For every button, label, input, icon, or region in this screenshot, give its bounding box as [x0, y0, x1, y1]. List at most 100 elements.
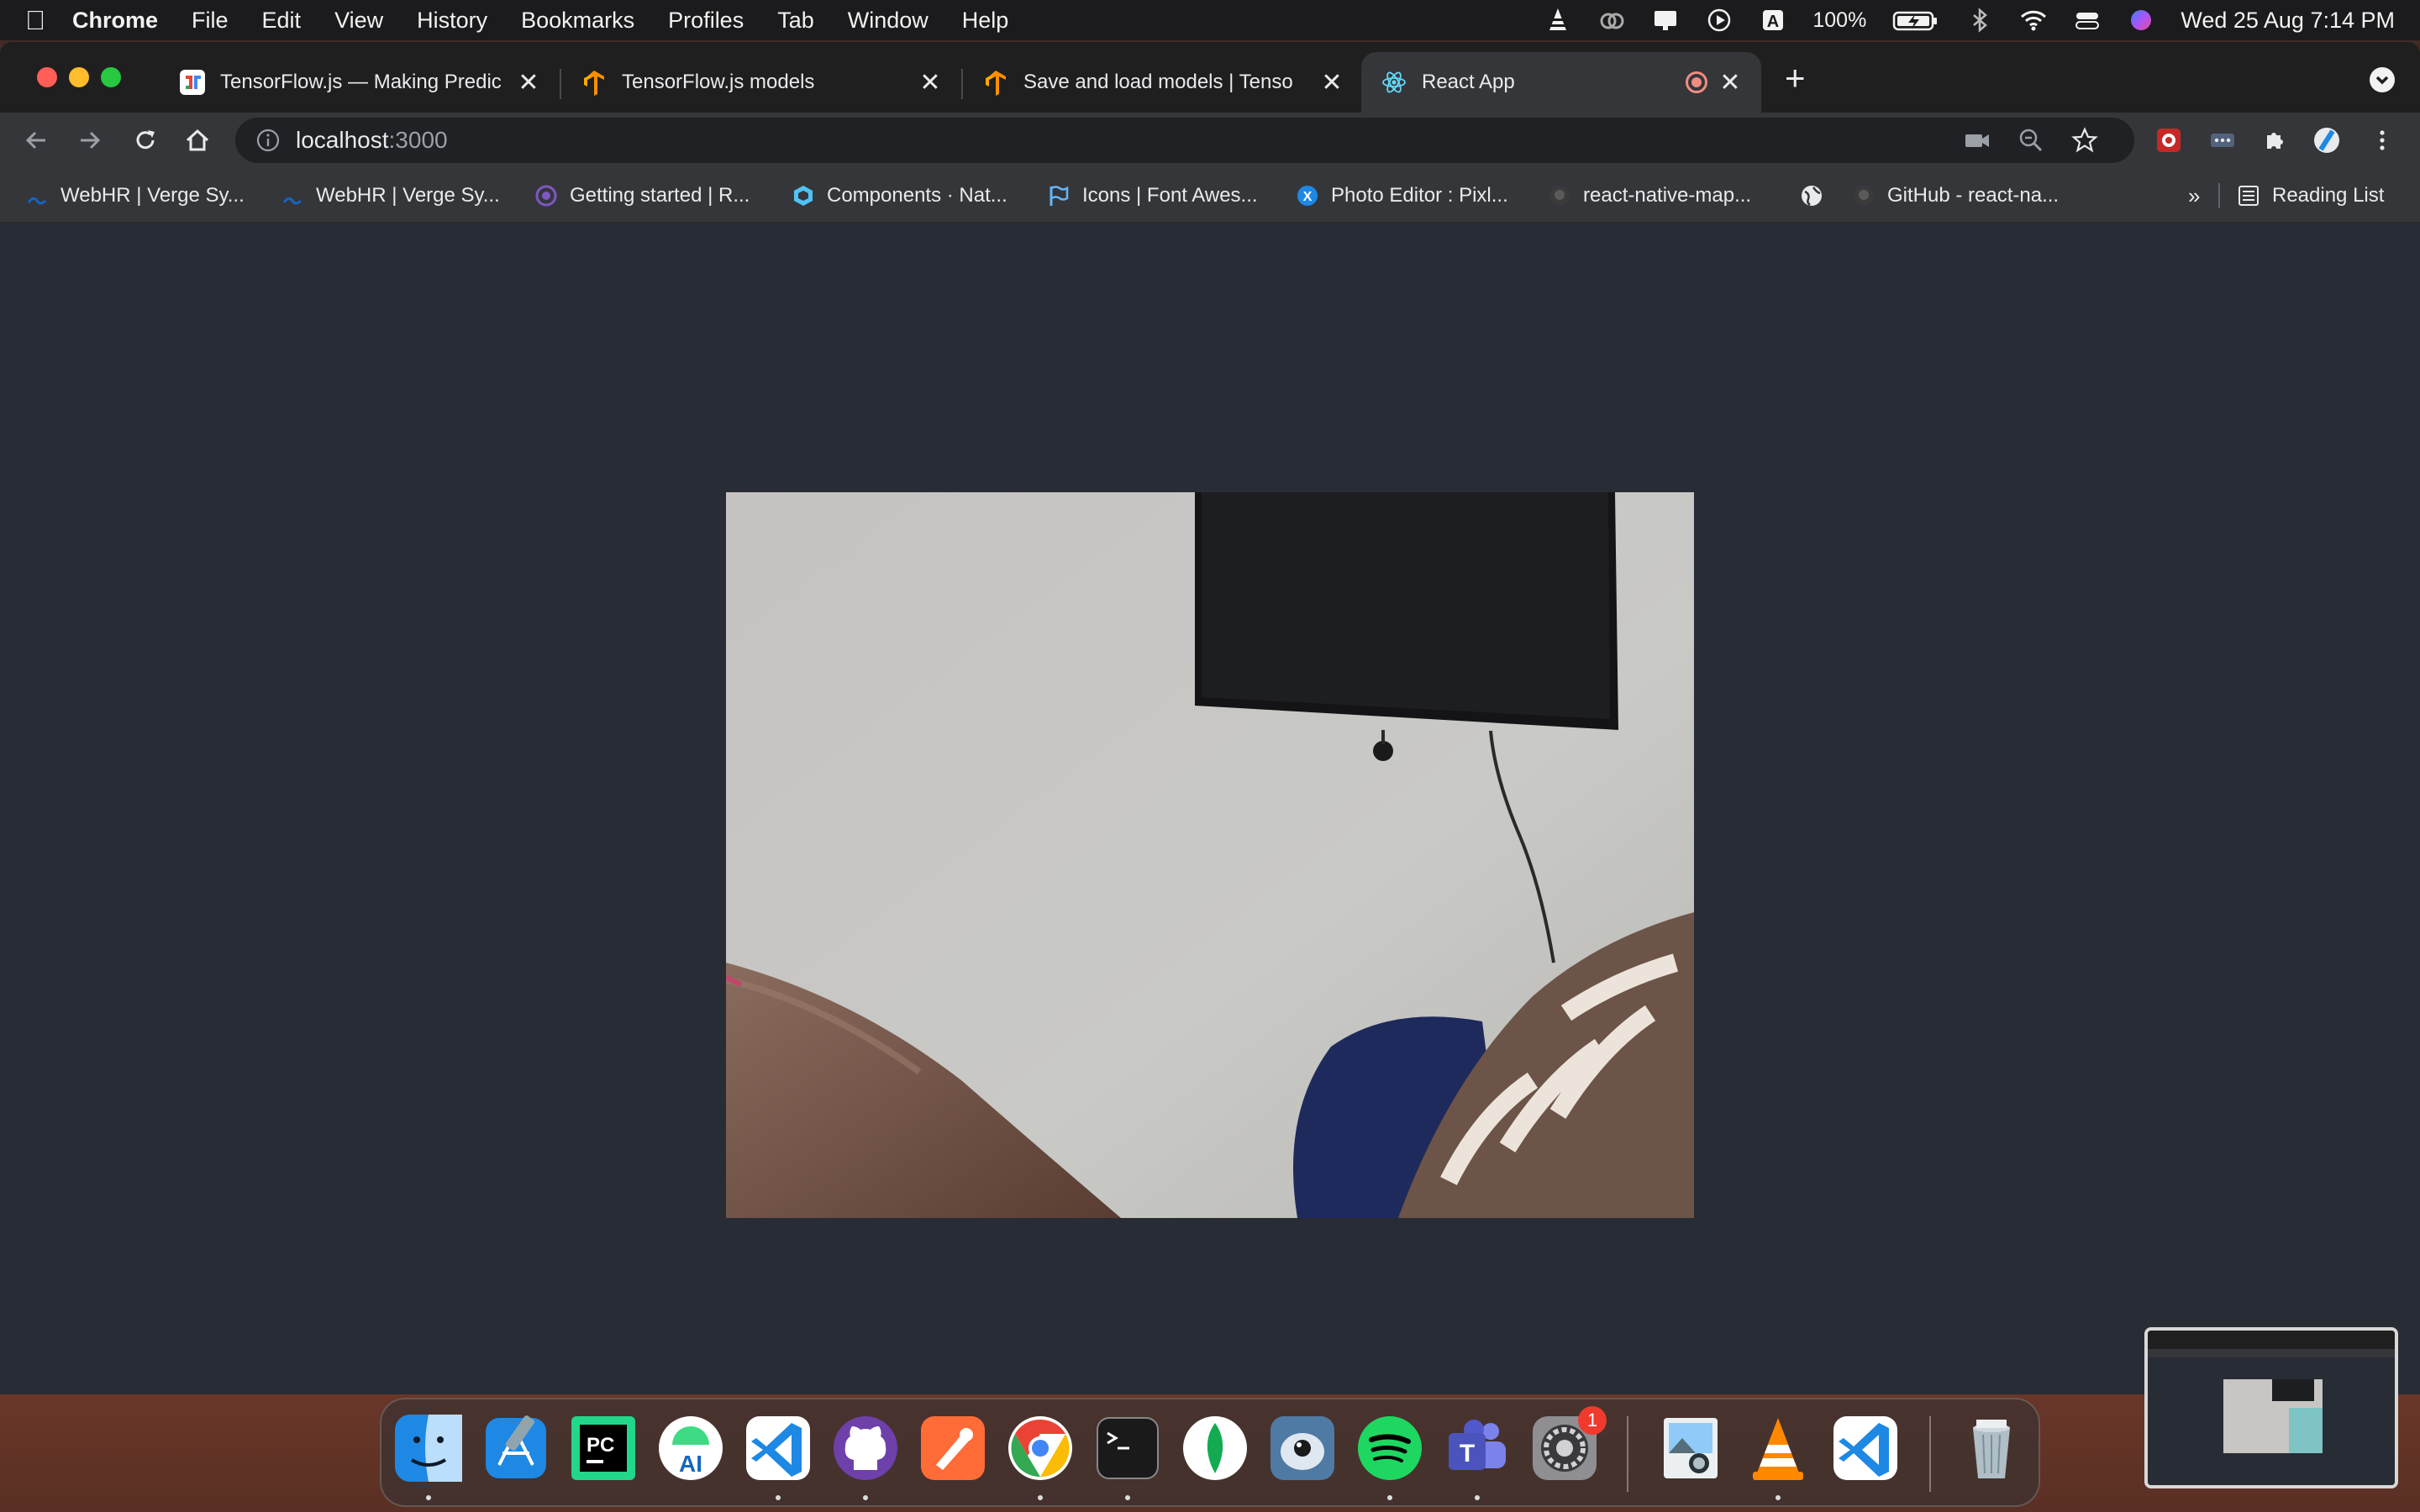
macos-dock: PC AI T 1 [380, 1398, 2040, 1507]
siri-icon[interactable] [2127, 6, 2155, 34]
terminal-icon[interactable] [1092, 1413, 1163, 1483]
vscode-icon[interactable] [1830, 1413, 1901, 1483]
wifi-icon[interactable] [2019, 6, 2048, 34]
dock-separator [1929, 1416, 1931, 1492]
menu-view[interactable]: View [334, 8, 383, 34]
zoom-window-button[interactable] [101, 67, 121, 87]
finder-icon[interactable] [393, 1413, 464, 1483]
url-port: :3000 [388, 127, 448, 153]
apple-menu-icon[interactable]:  [25, 5, 72, 36]
running-indicator [1475, 1495, 1480, 1500]
menu-app-name[interactable]: Chrome [72, 8, 158, 34]
bookmark-item[interactable]: WebHR | Verge Sy... [281, 180, 500, 212]
trash-icon[interactable] [1956, 1413, 2027, 1483]
bookmark-item[interactable]: Components · Nat... [792, 180, 1007, 212]
bookmark-item[interactable]: react-native-map... [1548, 180, 1751, 212]
svg-text:AI: AI [679, 1451, 702, 1477]
bookmark-item[interactable]: GitHub - react-na... [1852, 180, 2059, 212]
address-bar[interactable]: localhost:3000 [235, 118, 2134, 163]
running-indicator [863, 1495, 868, 1500]
menu-file[interactable]: File [192, 8, 229, 34]
microsoft-teams-icon[interactable]: T [1442, 1413, 1512, 1483]
postman-icon[interactable] [918, 1413, 988, 1483]
vlc-icon[interactable] [1544, 6, 1572, 34]
close-icon[interactable]: ✕ [918, 68, 943, 97]
bookmark-item[interactable]: Getting started | R... [534, 180, 750, 212]
menu-tab[interactable]: Tab [777, 8, 814, 34]
control-center-icon[interactable] [2073, 6, 2102, 34]
tweetbot-icon[interactable] [1267, 1413, 1338, 1483]
input-source-icon[interactable]: A [1759, 6, 1787, 34]
display-icon[interactable] [1651, 6, 1680, 34]
menu-history[interactable]: History [417, 8, 487, 34]
svg-text:T: T [1460, 1440, 1475, 1467]
tab-tfjs-models[interactable]: TensorFlow.js models ✕ [561, 52, 961, 113]
profile-avatar[interactable] [2309, 123, 2344, 158]
vlc-dock-icon[interactable] [1743, 1413, 1813, 1483]
minimize-window-button[interactable] [69, 67, 89, 87]
password-extension-icon[interactable] [2205, 123, 2240, 158]
close-icon[interactable]: ✕ [516, 68, 541, 97]
chrome-menu-icon[interactable] [2365, 123, 2400, 158]
webcam-frame-image [726, 492, 1694, 1218]
android-studio-icon[interactable]: AI [655, 1413, 726, 1483]
menu-window[interactable]: Window [848, 8, 929, 34]
screenshot-thumbnail[interactable] [2144, 1327, 2398, 1488]
vscode-icon[interactable] [743, 1413, 813, 1483]
zoom-icon[interactable] [2017, 126, 2045, 155]
battery-icon[interactable] [1891, 6, 1940, 34]
dock-separator [1627, 1416, 1628, 1492]
xcode-icon[interactable] [481, 1413, 551, 1483]
spotify-icon[interactable] [1355, 1413, 1425, 1483]
extensions-puzzle-icon[interactable] [2257, 123, 2292, 158]
bookmark-item[interactable]: X Photo Editor : Pixl... [1296, 180, 1508, 212]
reload-icon[interactable] [128, 123, 163, 158]
tab-save-and-load-models[interactable]: Save and load models | Tenso ✕ [963, 52, 1363, 113]
bookmark-label: Photo Editor : Pixl... [1331, 184, 1508, 207]
tab-tfjs-making-predictions[interactable]: TensorFlow.js — Making Predic ✕ [160, 52, 560, 113]
creative-cloud-icon[interactable] [1597, 6, 1626, 34]
menu-edit[interactable]: Edit [262, 8, 302, 34]
play-icon[interactable] [1705, 6, 1733, 34]
bookmark-item[interactable]: Icons | Font Awes... [1047, 180, 1258, 212]
mongodb-compass-icon[interactable] [1180, 1413, 1250, 1483]
github-desktop-icon[interactable] [830, 1413, 901, 1483]
bookmark-star-icon[interactable] [2070, 126, 2099, 155]
webcam-video [726, 492, 1694, 1218]
menubar-clock[interactable]: Wed 25 Aug 7:14 PM [2181, 8, 2395, 34]
pycharm-icon[interactable]: PC [568, 1413, 639, 1483]
chrome-icon[interactable] [1005, 1413, 1076, 1483]
back-icon[interactable] [18, 123, 54, 158]
close-window-button[interactable] [37, 67, 57, 87]
bookmark-label: WebHR | Verge Sy... [60, 184, 245, 207]
bookmarks-overflow-button[interactable]: » [2188, 180, 2200, 212]
tensorflow-favicon [981, 68, 1010, 97]
bookmark-label: Components · Nat... [827, 184, 1007, 207]
bookmark-item[interactable] [1800, 180, 1835, 212]
camera-in-use-icon[interactable] [1963, 126, 1991, 155]
preview-icon[interactable] [1655, 1413, 1726, 1483]
bookmark-item[interactable]: WebHR | Verge Sy... [25, 180, 245, 212]
bluetooth-icon[interactable] [1965, 6, 1994, 34]
menu-help[interactable]: Help [962, 8, 1009, 34]
menu-profiles[interactable]: Profiles [668, 8, 744, 34]
extension-icon[interactable] [2151, 123, 2186, 158]
menu-bookmarks[interactable]: Bookmarks [521, 8, 634, 34]
close-icon[interactable]: ✕ [1718, 68, 1743, 97]
site-info-icon[interactable] [255, 128, 281, 153]
tab-react-app[interactable]: React App ✕ [1361, 52, 1761, 113]
tab-search-icon[interactable] [2370, 67, 2395, 92]
overflow-chevron-icon: » [2188, 182, 2201, 208]
reading-list-button[interactable]: Reading List [2237, 180, 2384, 212]
forward-icon[interactable] [72, 123, 108, 158]
home-icon[interactable] [180, 123, 215, 158]
running-indicator [1038, 1495, 1043, 1500]
github-favicon [1852, 184, 1876, 207]
page-content [0, 223, 2420, 1394]
bookmark-label: Icons | Font Awes... [1082, 184, 1258, 207]
new-tab-button[interactable]: + [1785, 60, 1806, 96]
close-icon[interactable]: ✕ [1319, 68, 1344, 97]
recording-icon [1686, 71, 1707, 93]
tab-label: Save and load models | Tenso [1023, 71, 1293, 93]
thumbnail-preview-image [2148, 1331, 2395, 1485]
